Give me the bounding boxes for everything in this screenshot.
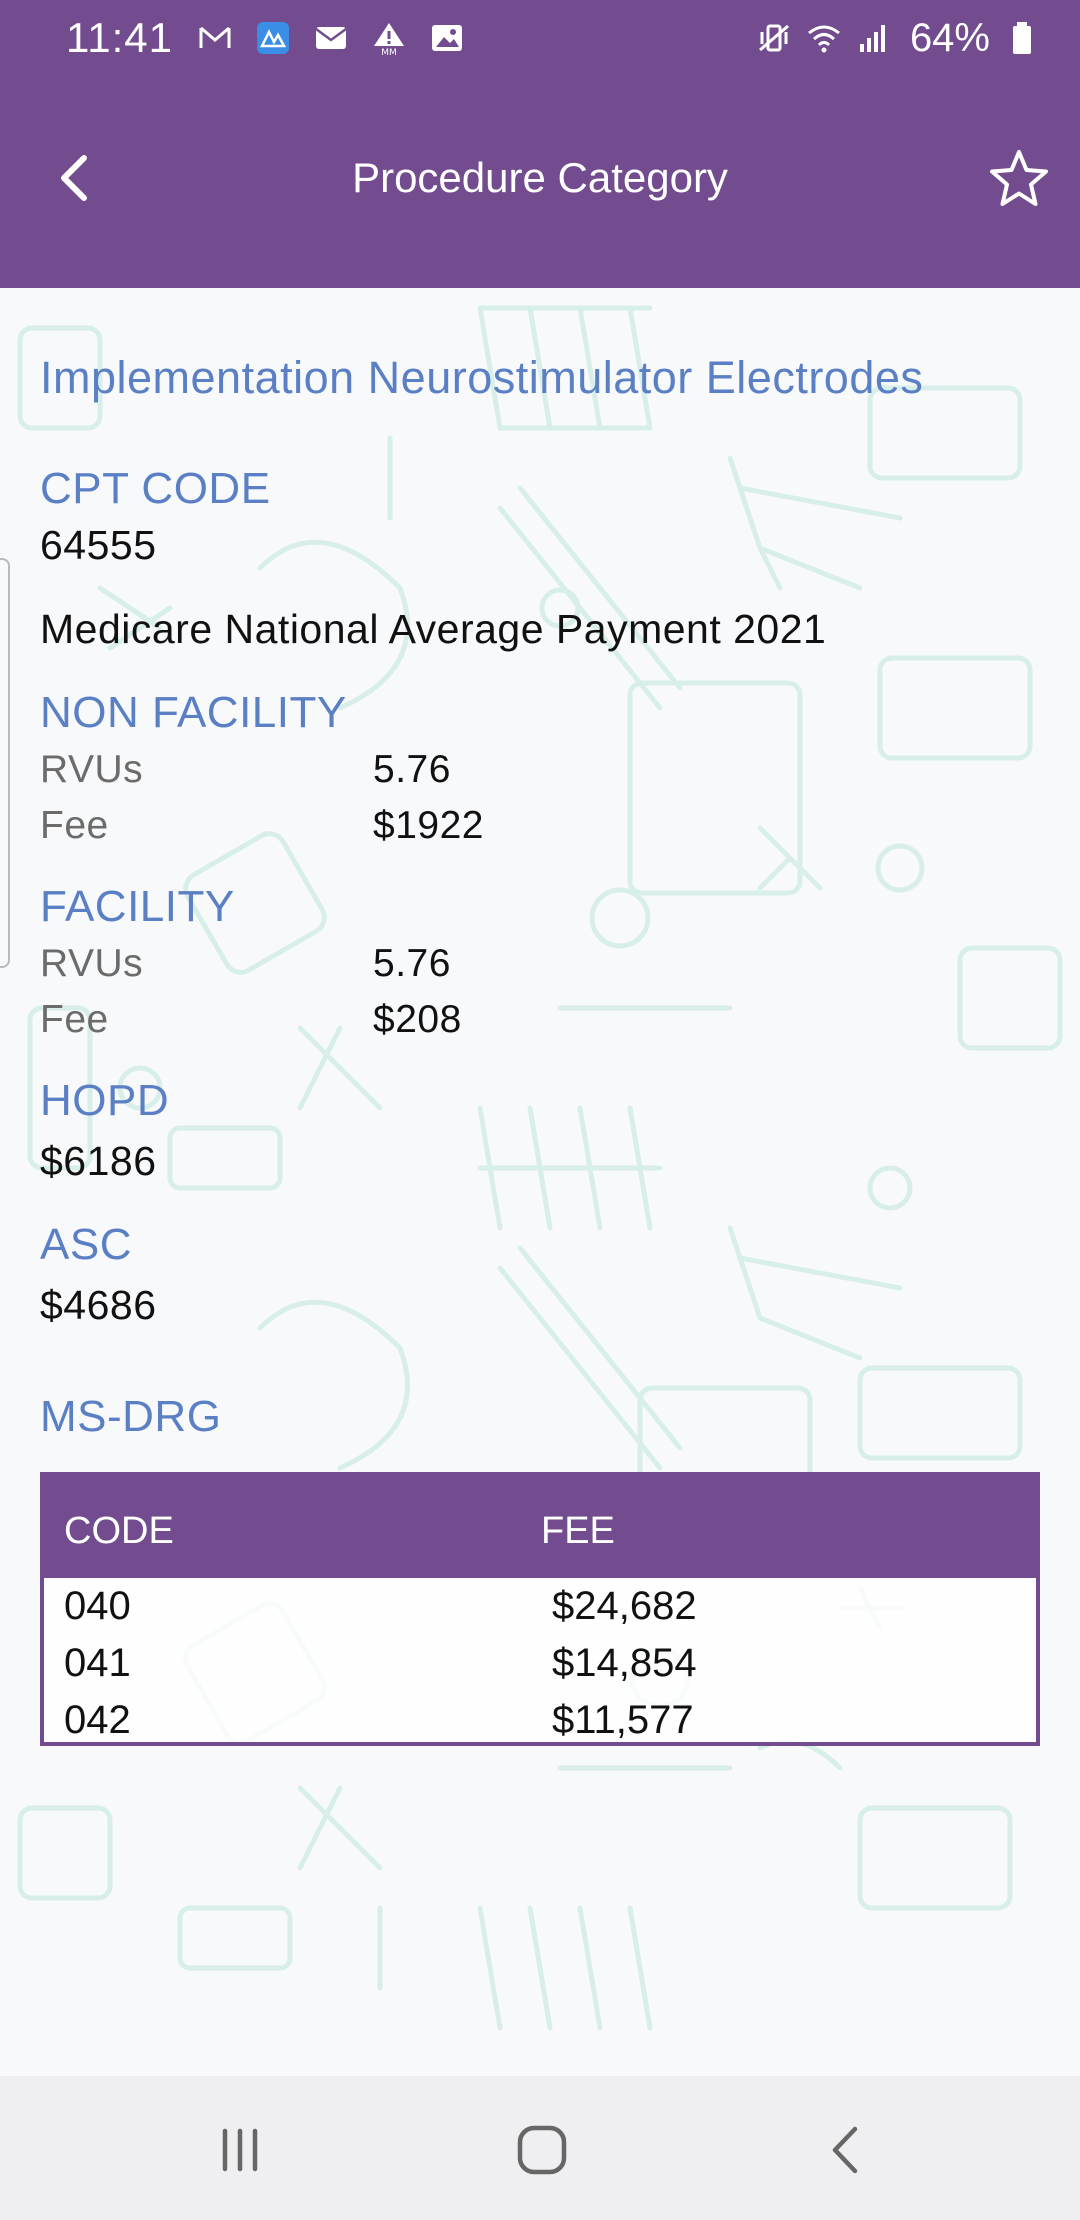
cpt-code-value: 64555 xyxy=(40,522,157,568)
ms-drg-table: CODE FEE 040 $24,682 041 $14,854 042 $11… xyxy=(40,1472,1040,1746)
status-time: 11:41 xyxy=(66,14,173,61)
favorite-button[interactable] xyxy=(984,144,1054,214)
system-nav-bar xyxy=(0,2076,1080,2220)
side-panel-handle[interactable] xyxy=(0,558,10,968)
app-bar: Procedure Category xyxy=(0,76,1080,288)
facility-label: FACILITY xyxy=(40,882,235,931)
image-icon xyxy=(429,20,465,56)
facility-rvus-value: 5.76 xyxy=(373,942,451,985)
recent-apps-button[interactable] xyxy=(205,2120,275,2180)
row-code: 041 xyxy=(64,1641,131,1685)
status-icons-left: MM xyxy=(197,20,465,56)
mail-icon xyxy=(313,20,349,56)
status-icons-right: 64% xyxy=(756,16,1040,61)
star-icon xyxy=(990,150,1048,206)
warning-icon: MM xyxy=(371,20,407,56)
page-title: Procedure Category xyxy=(352,154,728,201)
asc-label: ASC xyxy=(40,1220,132,1269)
ms-drg-label: MS-DRG xyxy=(40,1392,222,1441)
table-row: 042 $11,577 xyxy=(44,1692,1036,1749)
facility-rvus-label: RVUs xyxy=(40,942,144,985)
row-fee: $11,577 xyxy=(552,1698,694,1742)
recent-apps-icon xyxy=(222,2128,258,2172)
row-fee: $24,682 xyxy=(552,1584,697,1628)
column-header-fee: FEE xyxy=(541,1510,615,1552)
non-facility-fee-value: $1922 xyxy=(373,804,484,847)
signal-icon xyxy=(856,20,892,56)
procedure-name: Implementation Neurostimulator Electrode… xyxy=(40,352,924,403)
non-facility-label: NON FACILITY xyxy=(40,688,347,737)
asc-value: $4686 xyxy=(40,1282,157,1328)
wifi-icon xyxy=(806,20,842,56)
hopd-value: $6186 xyxy=(40,1138,157,1184)
facility-fee-value: $208 xyxy=(373,998,462,1041)
non-facility-fee-label: Fee xyxy=(40,804,109,847)
row-code: 042 xyxy=(64,1698,131,1742)
battery-icon xyxy=(1004,20,1040,56)
app-icon xyxy=(255,20,291,56)
content-area[interactable]: Implementation Neurostimulator Electrode… xyxy=(0,288,1080,2076)
non-facility-rvus-label: RVUs xyxy=(40,748,144,791)
row-fee: $14,854 xyxy=(552,1641,697,1685)
status-bar: 11:41 MM 64% xyxy=(0,0,1080,76)
table-row: 040 $24,682 xyxy=(44,1578,1036,1635)
row-code: 040 xyxy=(64,1584,131,1628)
home-icon xyxy=(517,2125,567,2175)
back-arrow-icon xyxy=(832,2126,858,2174)
payment-title: Medicare National Average Payment 2021 xyxy=(40,606,827,652)
screen: 11:41 MM 64% Procedure Category Implemen… xyxy=(0,0,1080,2220)
gmail-icon xyxy=(197,20,233,56)
column-header-code: CODE xyxy=(64,1510,174,1552)
nav-back-button[interactable] xyxy=(810,2120,880,2180)
cpt-code-label: CPT CODE xyxy=(40,464,271,513)
battery-percentage: 64% xyxy=(909,15,990,60)
table-row: 041 $14,854 xyxy=(44,1635,1036,1692)
hopd-label: HOPD xyxy=(40,1076,170,1125)
vibrate-icon xyxy=(756,20,792,56)
home-button[interactable] xyxy=(507,2120,577,2180)
background-pattern xyxy=(17,305,1063,2031)
table-header: CODE FEE xyxy=(44,1476,1036,1578)
facility-fee-label: Fee xyxy=(40,998,109,1041)
non-facility-rvus-value: 5.76 xyxy=(373,748,451,791)
svg-text:MM: MM xyxy=(381,48,397,56)
